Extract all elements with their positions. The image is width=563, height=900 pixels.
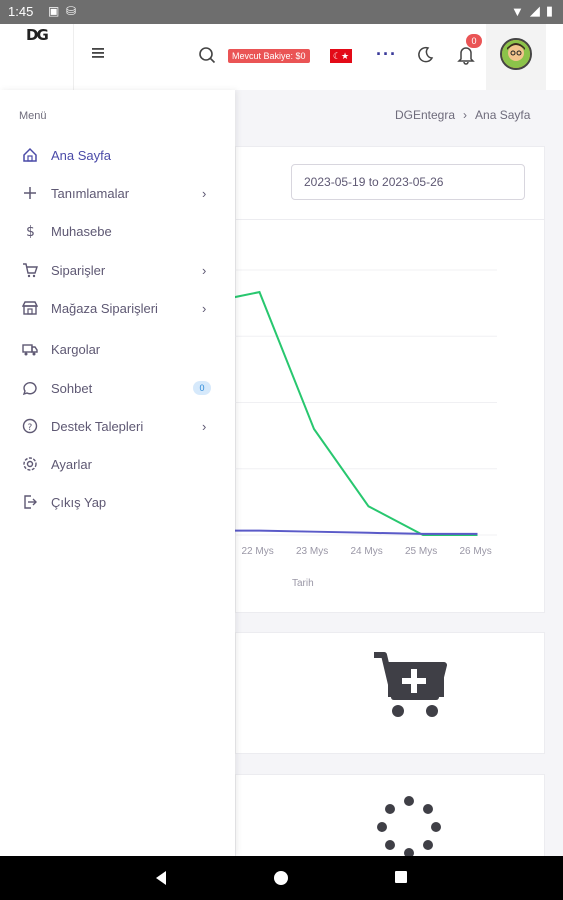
- battery-icon: ▮: [545, 3, 553, 18]
- truck-icon: [22, 341, 38, 357]
- avatar[interactable]: [500, 38, 532, 70]
- home-icon: [22, 147, 38, 163]
- chevron-right-icon: ›: [202, 185, 207, 201]
- sidebar-badge: 0: [193, 381, 211, 395]
- sidebar-item-label: Destek Talepleri: [51, 418, 144, 434]
- notification-badge: 0: [466, 34, 482, 48]
- sidebar-item-tan-mlamalar[interactable]: Tanımlamalar ›: [0, 178, 235, 208]
- x-tick-label: 22 Mys: [241, 546, 274, 557]
- chevron-right-icon: ›: [202, 300, 207, 316]
- loading-card: [235, 774, 545, 864]
- chevron-right-icon: ›: [202, 262, 207, 278]
- sidebar-item-destek-talepleri[interactable]: ? Destek Talepleri ›: [0, 411, 235, 441]
- android-nav-bar: [0, 856, 563, 900]
- cart-icon: [22, 262, 38, 278]
- more-dots-icon[interactable]: ···: [376, 44, 397, 65]
- sidebar-item-ana-sayfa[interactable]: Ana Sayfa: [0, 140, 235, 170]
- logout-icon: [22, 494, 38, 510]
- x-axis-title: Tarih: [292, 578, 314, 589]
- menu-title: Menü: [19, 110, 47, 122]
- plus-icon: [22, 185, 38, 201]
- status-time: 1:45: [8, 4, 34, 19]
- sidebar-item-label: Muhasebe: [51, 223, 112, 239]
- top-header: Mevcut Bakiye: $0 ☾★ ··· 0: [0, 24, 563, 90]
- sales-line-chart: [235, 269, 497, 536]
- breadcrumb-current: Ana Sayfa: [475, 108, 531, 122]
- sim-icon: ▣: [48, 4, 60, 18]
- x-tick-label: 23 Mys: [296, 546, 329, 557]
- recents-icon[interactable]: [394, 870, 408, 884]
- x-tick-label: 25 Mys: [405, 546, 438, 557]
- user-menu[interactable]: [486, 24, 546, 90]
- x-tick-label: 26 Mys: [459, 546, 492, 557]
- x-tick-label: 24 Mys: [350, 546, 383, 557]
- sidebar-item-label: Ana Sayfa: [51, 147, 111, 163]
- menu-icon[interactable]: [90, 46, 106, 60]
- sidebar: Menü Ana Sayfa Tanımlamalar › $ Muhasebe Sipa…: [0, 90, 235, 856]
- breadcrumb-root[interactable]: DGEntegra: [395, 108, 455, 122]
- dollar-icon: $: [22, 223, 38, 239]
- cart-plus-icon: [374, 652, 447, 717]
- sidebar-item-ma-aza-sipari-leri[interactable]: Mağaza Siparişleri ›: [0, 293, 235, 323]
- chart-series-line-1: [235, 290, 478, 536]
- balance-badge[interactable]: Mevcut Bakiye: $0: [228, 49, 310, 63]
- home-nav-icon[interactable]: [273, 870, 289, 886]
- chart-series-line-2: [235, 529, 478, 535]
- sidebar-item-label: Tanımlamalar: [51, 185, 130, 201]
- sidebar-item-label: Çıkış Yap: [51, 494, 107, 510]
- store-icon: [22, 300, 38, 316]
- back-icon[interactable]: [154, 870, 168, 886]
- search-icon[interactable]: [198, 46, 216, 64]
- flag-tr-icon[interactable]: ☾★: [330, 49, 352, 63]
- svg-text:$: $: [26, 224, 35, 239]
- status-bar: 1:45 ▣ ⛁ ▼ ◢ ▮: [0, 0, 563, 24]
- sidebar-item--k-yap[interactable]: Çıkış Yap: [0, 487, 235, 517]
- wifi-icon: ▼: [510, 3, 524, 19]
- sidebar-item-label: Mağaza Siparişleri: [51, 300, 158, 316]
- sidebar-item-ayarlar[interactable]: Ayarlar: [0, 449, 235, 479]
- sidebar-item-label: Kargolar: [51, 341, 101, 357]
- sidebar-item-label: Siparişler: [51, 262, 106, 278]
- sidebar-item-sohbet[interactable]: Sohbet 0: [0, 373, 235, 403]
- breadcrumb: DGEntegra › Ana Sayfa: [395, 108, 530, 122]
- sidebar-item-sipari-ler[interactable]: Siparişler ›: [0, 255, 235, 285]
- logo[interactable]: DG: [26, 26, 49, 44]
- sidebar-item-label: Sohbet: [51, 380, 93, 396]
- storage-icon: ⛁: [66, 4, 77, 18]
- chevron-right-icon: ›: [463, 108, 468, 122]
- signal-icon: ◢: [529, 3, 540, 18]
- logo-area: DG: [0, 24, 74, 90]
- sidebar-item-kargolar[interactable]: Kargolar: [0, 334, 235, 364]
- chevron-right-icon: ›: [202, 418, 207, 434]
- sidebar-item-muhasebe[interactable]: $ Muhasebe: [0, 216, 235, 246]
- card-divider: [236, 219, 544, 220]
- orders-card: [235, 632, 545, 754]
- svg-text:?: ?: [28, 423, 33, 433]
- date-range-input[interactable]: 2023-05-19 to 2023-05-26: [291, 164, 525, 200]
- bell-icon[interactable]: [457, 45, 475, 65]
- moon-icon[interactable]: [416, 46, 434, 64]
- chat-icon: [22, 380, 38, 396]
- sidebar-item-label: Ayarlar: [51, 456, 92, 472]
- help-icon: ?: [22, 418, 38, 434]
- loading-spinner-icon: [377, 796, 441, 858]
- gear-icon: [22, 456, 38, 472]
